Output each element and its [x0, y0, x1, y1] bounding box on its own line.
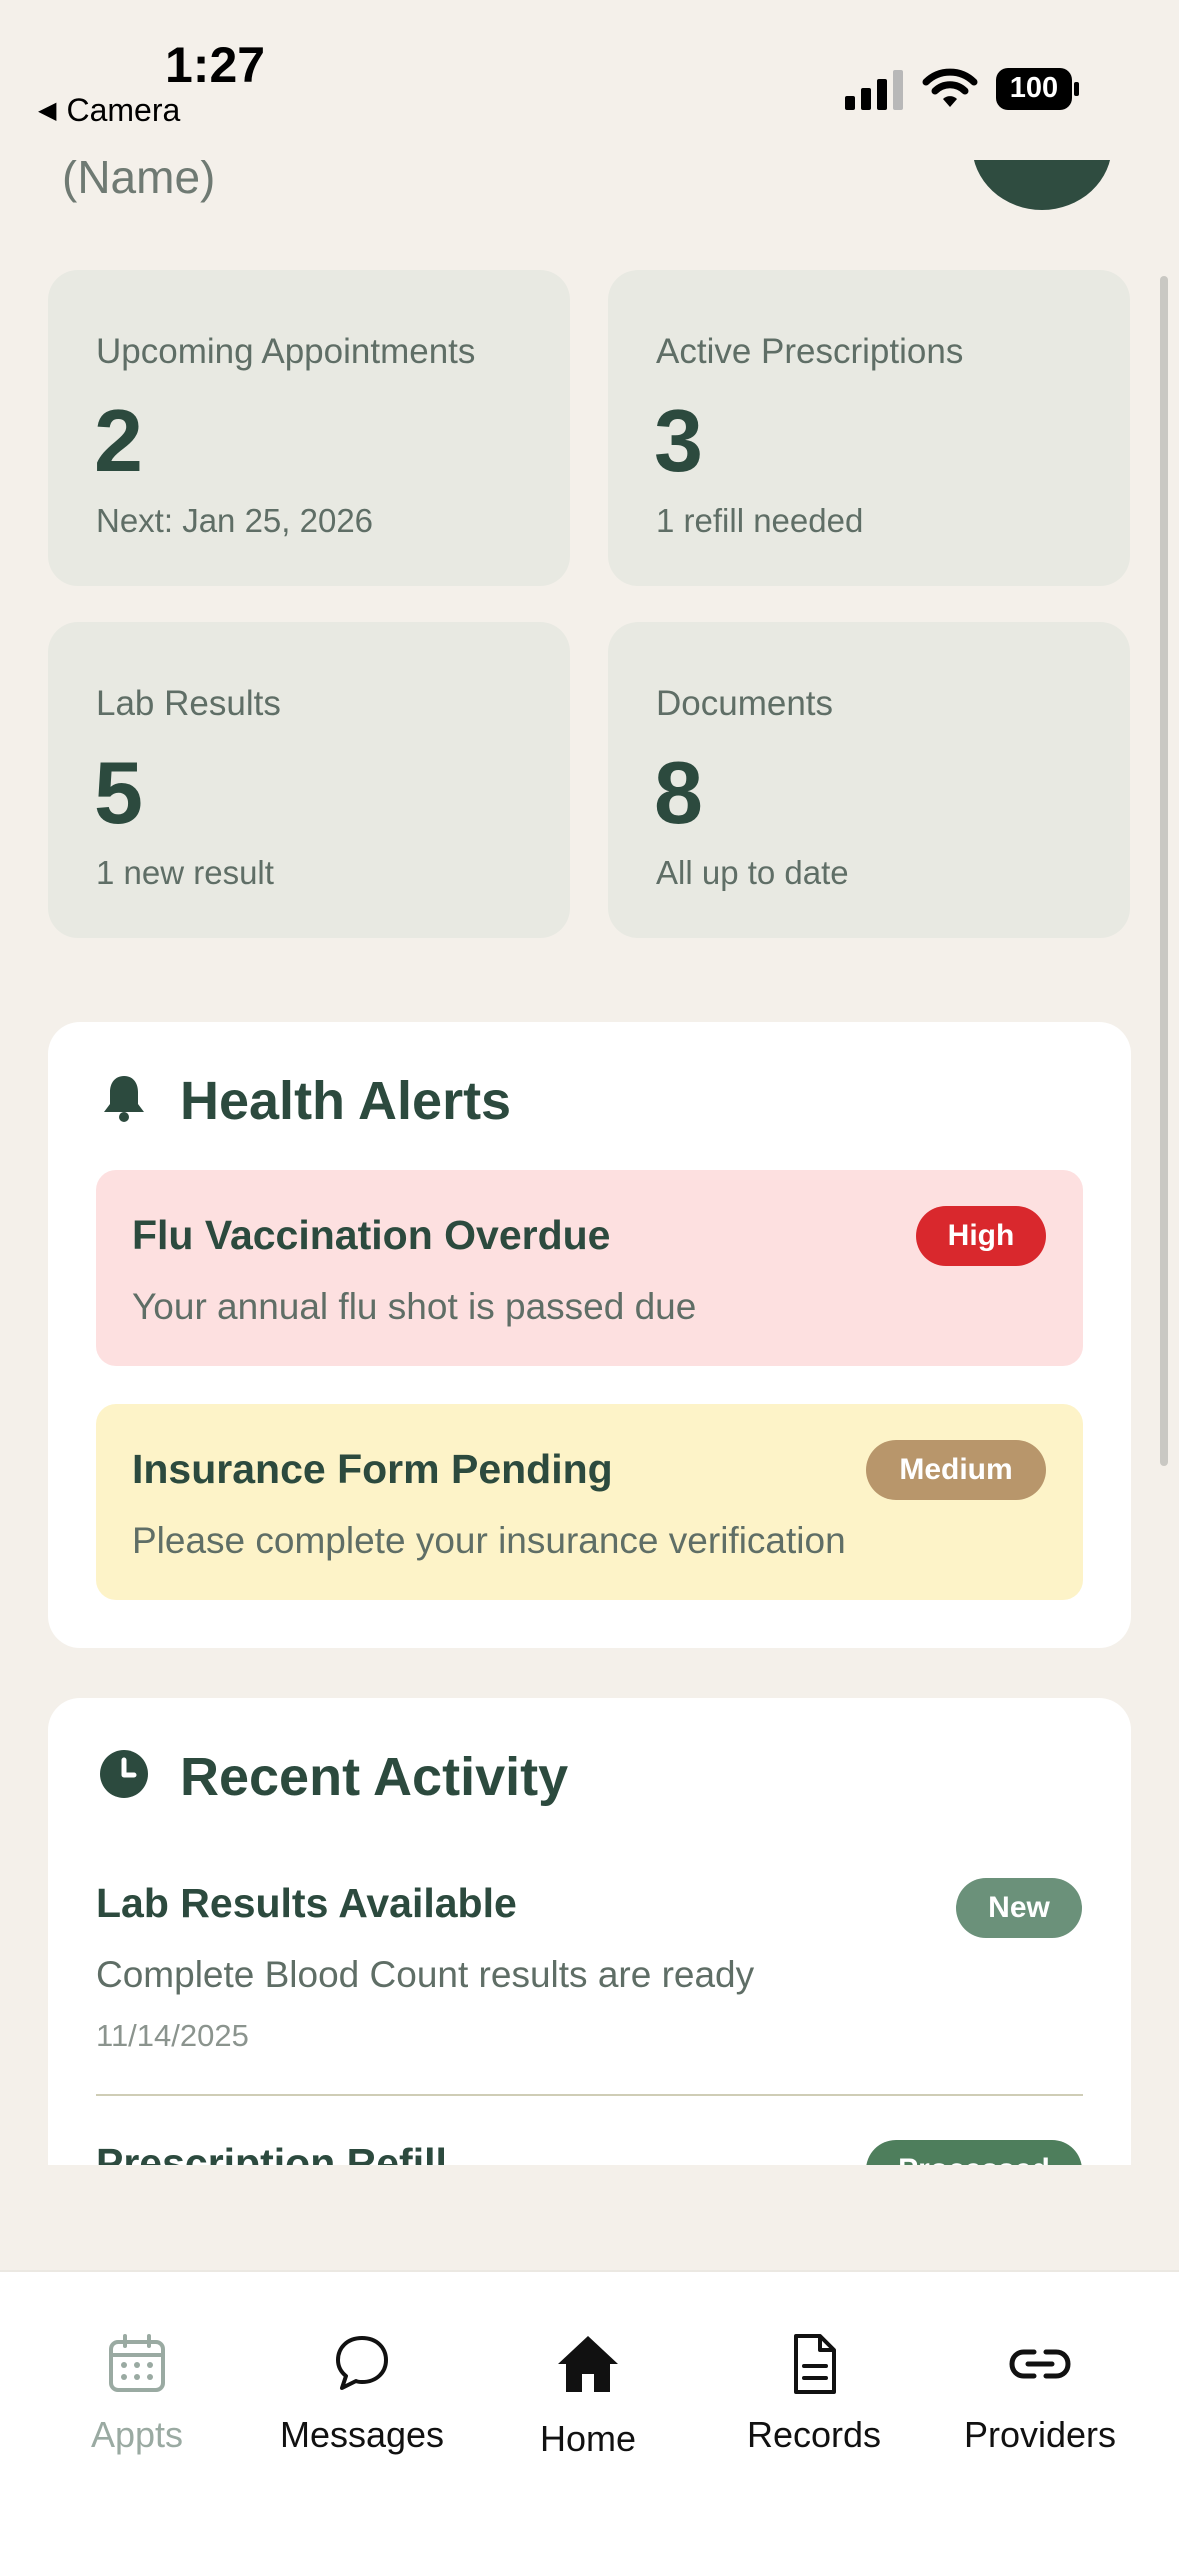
home-icon: [558, 2336, 618, 2392]
clock-icon: [100, 1750, 148, 1798]
alert-description: Please complete your insurance verificat…: [132, 1520, 846, 1561]
tab-label: Messages: [279, 2414, 445, 2455]
back-app-label: Camera: [66, 92, 181, 128]
stat-subtext: All up to date: [656, 854, 849, 891]
link-icon: [1009, 2349, 1071, 2379]
calendar-icon: [109, 2334, 165, 2392]
wifi-icon: [922, 68, 978, 107]
stat-value: 8: [654, 743, 703, 842]
back-triangle-icon: ◀: [38, 97, 57, 124]
activity-status-badge: Processed: [866, 2140, 1082, 2165]
document-icon: [794, 2334, 836, 2394]
status-time: 1:27: [165, 37, 266, 93]
stat-card-prescriptions[interactable]: Active Prescriptions 3 1 refill needed: [608, 270, 1130, 586]
stat-subtext: 1 new result: [96, 854, 274, 891]
stat-card-lab-results[interactable]: Lab Results 5 1 new result: [48, 622, 570, 938]
bell-icon: [104, 1076, 144, 1122]
stat-value: 5: [94, 743, 143, 842]
activity-divider: [96, 2094, 1083, 2096]
tab-home[interactable]: Home: [488, 2332, 688, 2482]
alert-title: Insurance Form Pending: [132, 1446, 613, 1492]
activity-status-badge: New: [956, 1878, 1082, 1938]
tab-providers[interactable]: Providers: [940, 2332, 1140, 2482]
alert-description: Your annual flu shot is passed due: [132, 1286, 697, 1327]
scroll-indicator[interactable]: [1160, 276, 1168, 1466]
tab-label: Home: [539, 2418, 637, 2459]
tab-records[interactable]: Records: [714, 2332, 914, 2482]
activity-description: Complete Blood Count results are ready: [96, 1954, 755, 1995]
activity-title: Lab Results Available: [96, 1880, 517, 1926]
health-alerts-panel: Health Alerts Flu Vaccination Overdue Yo…: [48, 1022, 1131, 1648]
status-bar: 1:27 ◀ Camera 100: [0, 0, 1179, 160]
tab-label: Records: [746, 2414, 882, 2455]
priority-badge: High: [916, 1206, 1046, 1266]
stat-subtext: 1 refill needed: [656, 502, 864, 539]
tab-label: Providers: [963, 2414, 1117, 2455]
stat-label: Lab Results: [96, 684, 281, 723]
stat-card-documents[interactable]: Documents 8 All up to date: [608, 622, 1130, 938]
health-alerts-title: Health Alerts: [180, 1071, 512, 1131]
recent-activity-title: Recent Activity: [180, 1747, 569, 1807]
activity-date: 11/14/2025: [96, 2018, 249, 2053]
stat-subtext: Next: Jan 25, 2026: [96, 502, 374, 539]
tab-messages[interactable]: Messages: [262, 2332, 462, 2482]
activity-title: Prescription Refill: [96, 2140, 447, 2165]
cellular-signal-icon: [845, 70, 903, 110]
alert-title: Flu Vaccination Overdue: [132, 1212, 611, 1258]
battery-icon: 100: [996, 68, 1080, 110]
tab-appts[interactable]: Appts: [37, 2332, 237, 2482]
stat-label: Upcoming Appointments: [96, 332, 476, 371]
chat-icon: [336, 2336, 388, 2390]
recent-activity-panel: Recent Activity Lab Results Available Ne…: [48, 1698, 1131, 2165]
recent-activity-clip: Recent Activity Lab Results Available Ne…: [0, 1690, 1179, 2165]
stat-label: Documents: [656, 684, 834, 723]
alert-flu-vaccination[interactable]: Flu Vaccination Overdue Your annual flu …: [96, 1170, 1083, 1366]
stat-card-appointments[interactable]: Upcoming Appointments 2 Next: Jan 25, 20…: [48, 270, 570, 586]
battery-level: 100: [1009, 72, 1059, 104]
tab-label: Appts: [90, 2414, 184, 2455]
screen: (Name) 1:27 ◀ Camera 100 Upcoming Appoin…: [0, 0, 1179, 2556]
alert-insurance-form[interactable]: Insurance Form Pending Please complete y…: [96, 1404, 1083, 1600]
back-to-camera-button[interactable]: ◀ Camera: [38, 92, 180, 129]
priority-badge: Medium: [866, 1440, 1046, 1500]
bottom-tab-bar: Appts Messages Home Records Providers: [0, 2270, 1179, 2556]
stat-value: 3: [654, 391, 703, 490]
stat-label: Active Prescriptions: [656, 332, 964, 371]
stat-value: 2: [94, 391, 143, 490]
